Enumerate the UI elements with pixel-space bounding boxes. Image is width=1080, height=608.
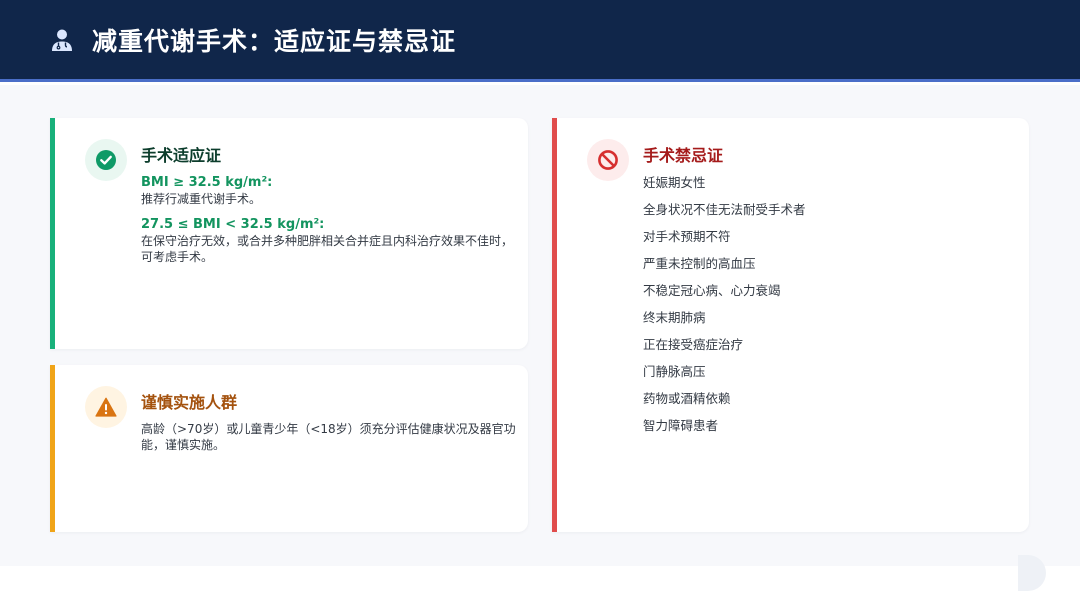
indications-title: 手术适应证 xyxy=(141,146,222,165)
decorative-shape xyxy=(1018,555,1046,591)
caution-card: 谨慎实施人群 高龄（>70岁）或儿童青少年（<18岁）须充分评估健康状况及器官功… xyxy=(50,365,528,532)
check-circle-icon xyxy=(96,150,116,170)
contraindication-item: 全身状况不佳无法耐受手术者 xyxy=(643,202,806,217)
caution-text: 高龄（>70岁）或儿童青少年（<18岁）须充分评估健康状况及器官功能，谨慎实施。 xyxy=(141,422,516,452)
warning-icon xyxy=(95,397,117,417)
indications-list: BMI ≥ 32.5 kg/m²: 推荐行减重代谢手术。 27.5 ≤ BMI … xyxy=(141,174,516,274)
contraindication-item: 智力障碍患者 xyxy=(643,418,719,433)
indication-description: 推荐行减重代谢手术。 xyxy=(141,192,262,206)
content-area: 手术适应证 BMI ≥ 32.5 kg/m²: 推荐行减重代谢手术。 27.5 … xyxy=(0,85,1080,591)
indication-criterion: 27.5 ≤ BMI < 32.5 kg/m²: xyxy=(141,217,325,232)
contraindication-item: 严重未控制的高血压 xyxy=(643,256,756,271)
contraindication-item: 对手术预期不符 xyxy=(643,229,731,244)
indication-item: 27.5 ≤ BMI < 32.5 kg/m²: 在保守治疗无效，或合并多种肥胖… xyxy=(141,216,516,265)
indication-description: 在保守治疗无效，或合并多种肥胖相关合并症且内科治疗效果不佳时，可考虑手术。 xyxy=(141,234,514,264)
contraindications-badge xyxy=(587,139,629,181)
caution-title: 谨慎实施人群 xyxy=(141,393,238,412)
prohibited-icon xyxy=(598,150,618,170)
page-title: 减重代谢手术：适应证与禁忌证 xyxy=(92,26,457,56)
contraindication-item: 妊娠期女性 xyxy=(643,175,706,190)
contraindication-item: 门静脉高压 xyxy=(643,364,706,379)
contraindications-card: 手术禁忌证 妊娠期女性 全身状况不佳无法耐受手术者 对手术预期不符 严重未控制的… xyxy=(552,118,1029,532)
contraindication-item: 正在接受癌症治疗 xyxy=(643,337,744,352)
contraindications-title: 手术禁忌证 xyxy=(643,146,724,165)
caution-badge xyxy=(85,386,127,428)
indications-card: 手术适应证 BMI ≥ 32.5 kg/m²: 推荐行减重代谢手术。 27.5 … xyxy=(50,118,528,349)
header-bar: 减重代谢手术：适应证与禁忌证 xyxy=(0,0,1080,82)
doctor-icon xyxy=(52,29,72,51)
contraindication-item: 终末期肺病 xyxy=(643,310,706,325)
indications-badge xyxy=(85,139,127,181)
contraindication-item: 药物或酒精依赖 xyxy=(643,391,731,406)
contraindication-item: 不稳定冠心病、心力衰竭 xyxy=(643,283,781,298)
indication-criterion: BMI ≥ 32.5 kg/m²: xyxy=(141,175,273,190)
contraindications-list: 妊娠期女性 全身状况不佳无法耐受手术者 对手术预期不符 严重未控制的高血压 不稳… xyxy=(643,175,806,445)
indication-item: BMI ≥ 32.5 kg/m²: 推荐行减重代谢手术。 xyxy=(141,174,516,207)
